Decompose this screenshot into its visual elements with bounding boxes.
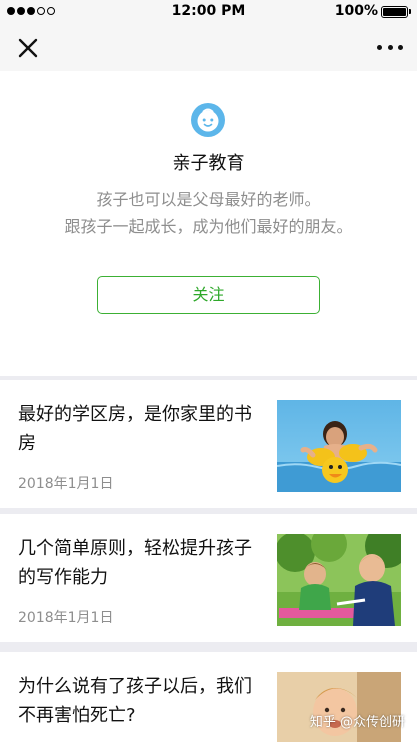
follow-button[interactable]: 关注	[97, 276, 320, 314]
more-icon[interactable]	[377, 41, 403, 53]
article-thumbnail-children-writing	[277, 534, 401, 626]
close-icon[interactable]	[16, 36, 40, 60]
account-name: 亲子教育	[172, 153, 245, 174]
article-list-item[interactable]: 最好的学区房，是你家里的书房 2018年1月1日	[0, 380, 417, 508]
article-title: 最好的学区房，是你家里的书房	[18, 404, 252, 454]
article-list-item[interactable]: 几个简单原则，轻松提升孩子的写作能力 2018年1月1日	[0, 514, 417, 642]
baby-face-icon	[191, 103, 225, 137]
battery-icon	[381, 6, 408, 18]
article-date: 2018年1月1日	[18, 610, 114, 626]
account-profile-card: 亲子教育 孩子也可以是父母最好的老师。 跟孩子一起成长，成为他们最好的朋友。 关…	[0, 71, 417, 376]
watermark: 知乎 @众传创研	[309, 715, 405, 730]
article-thumbnail-child-swimming	[277, 400, 401, 492]
article-thumbnail-toddler	[277, 672, 401, 742]
article-title: 为什么说有了孩子以后，我们不再害怕死亡?	[18, 676, 252, 726]
nav-bar	[0, 24, 417, 71]
account-description-line1: 孩子也可以是父母最好的老师。	[96, 190, 321, 209]
account-description-line2: 跟孩子一起成长，成为他们最好的朋友。	[64, 217, 353, 236]
article-title: 几个简单原则，轻松提升孩子的写作能力	[18, 538, 252, 588]
article-date: 2018年1月1日	[18, 476, 114, 492]
status-bar: 12:00 PM 100%	[0, 0, 417, 24]
battery-percent: 100%	[334, 3, 378, 19]
